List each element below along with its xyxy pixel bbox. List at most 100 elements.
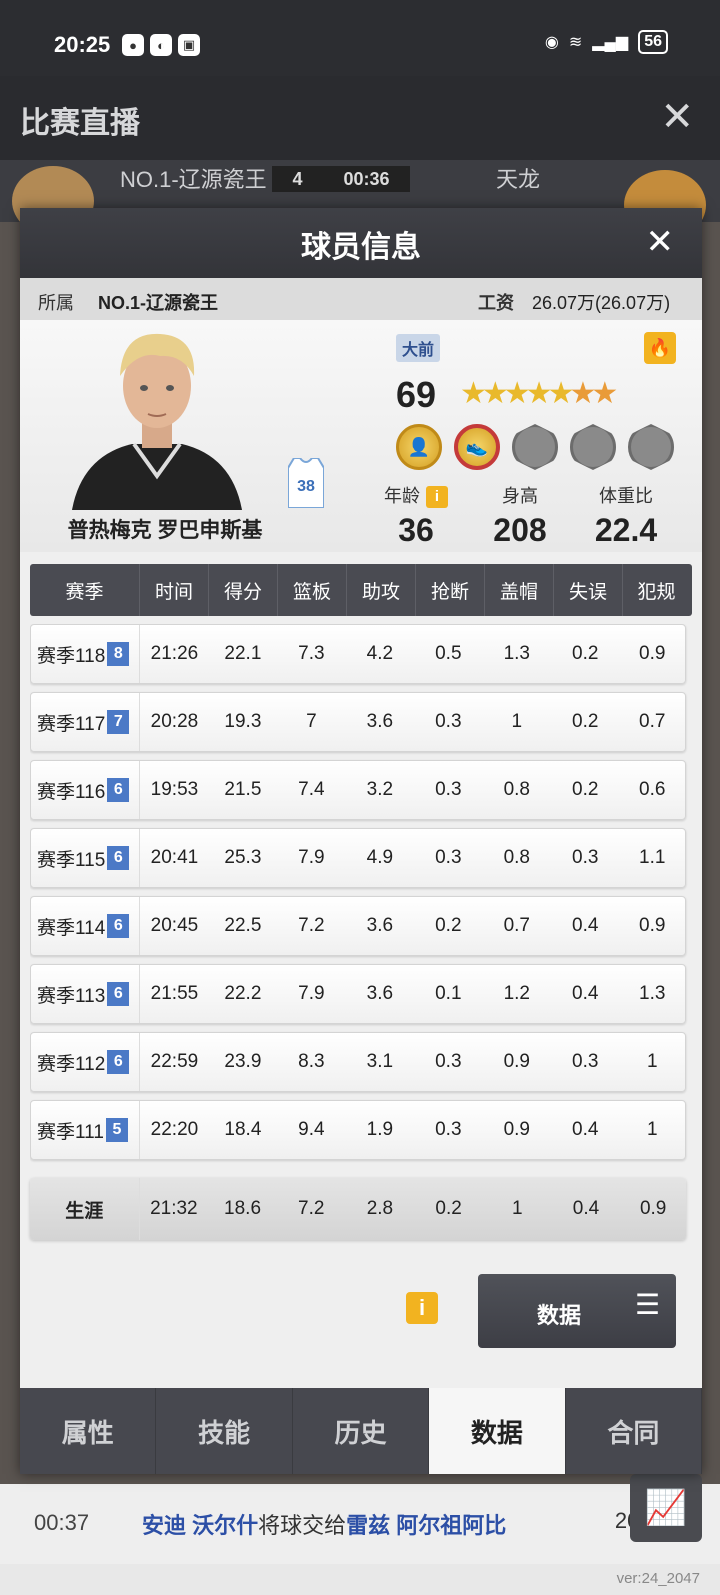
skill-badge-post-icon[interactable]: 👤 [396,424,442,470]
table-row[interactable]: 赛季118 8 21:26 22.1 7.3 4.2 0.5 1.3 0.2 0.9 [30,624,686,684]
quarter: 4 [292,168,303,189]
cell-rebounds: 9.4 [298,1119,325,1140]
position-badge: 大前 [396,334,441,362]
chat-icon: ● [122,34,144,56]
cell-points: 22.2 [224,983,262,1004]
cell-rebounds: 7.3 [298,643,325,664]
height-value: 208 [493,512,547,548]
tab-skills[interactable]: 技能 [156,1388,293,1474]
tab-attributes[interactable]: 属性 [20,1388,157,1474]
cell-rebounds: 7.4 [298,779,325,800]
cell-points: 21.5 [224,779,262,800]
modal-tabs: 属性 技能 历史 数据 合同 [20,1388,703,1474]
live-close-icon[interactable]: ✕ [660,94,694,140]
game-clock: 4 00:36 [272,166,410,192]
system-icons: ◉ ≋ ▂▄▆ 56 [545,30,668,54]
table-row[interactable]: 赛季114 6 20:45 22.5 7.2 3.6 0.2 0.7 0.4 0.9 [30,896,686,956]
cell-assists: 3.1 [366,1051,394,1072]
tab-contract[interactable]: 合同 [566,1388,703,1474]
pbp-player2: 雷兹 阿尔祖阿比 [346,1513,507,1538]
salary-value: 26.07万(26.07万) [532,293,671,313]
wifi-icon: ≋ [568,34,583,51]
cell-turnovers: 0.3 [572,847,599,868]
header-season[interactable]: 赛季 [30,564,140,616]
footer-bar [0,1564,720,1595]
season-cell: 赛季117 7 [31,693,141,751]
cell-steals: 0.2 [435,915,462,936]
player-name: 普热梅克 罗巴申斯基 [67,519,263,542]
cell-steals: 0.3 [435,1119,462,1140]
cell-fouls: 0.9 [639,915,666,936]
close-icon[interactable]: ✕ [646,222,675,262]
game-icon: ▣ [178,34,200,56]
cell-assists: 3.6 [366,915,394,936]
table-row[interactable]: 赛季111 5 22:20 18.4 9.4 1.9 0.3 0.9 0.4 1 [30,1100,686,1160]
table-row[interactable]: 赛季112 6 22:59 23.9 8.3 3.1 0.3 0.9 0.3 1 [30,1032,686,1092]
cell-turnovers: 0.2 [572,643,599,664]
header-turnovers[interactable]: 失误 [554,564,623,616]
season-cell: 赛季118 8 [31,625,141,683]
modal-header: 球员信息 ✕ [20,208,702,278]
cell-blocks: 0.7 [503,915,530,936]
cell-blocks: 1 [511,711,523,732]
battery-indicator: 56 [638,30,668,54]
table-row[interactable]: 赛季116 6 19:53 21.5 7.4 3.2 0.3 0.8 0.2 0.6 [30,760,686,820]
fire-icon[interactable]: 🔥 [644,332,676,364]
header-fouls[interactable]: 犯规 [623,564,690,616]
season-cell: 赛季114 6 [31,897,141,955]
header-time[interactable]: 时间 [140,564,209,616]
season-label: 赛季113 [37,985,106,1007]
cell-points: 19.3 [224,711,262,732]
cell-steals: 0.5 [435,643,462,664]
cell-blocks: 1.3 [503,643,530,664]
empty-skill-slot-icon[interactable] [628,424,674,470]
notification-icons: ● ◐ ▣ [122,34,200,56]
career-points: 18.6 [224,1198,262,1219]
season-rows[interactable]: 赛季118 8 21:26 22.1 7.3 4.2 0.5 1.3 0.2 0.9 赛季117 7 2… [30,624,692,1172]
season-label: 赛季116 [37,781,106,803]
age-info-icon[interactable]: i [426,486,448,509]
team-left-name: NO.1-辽源瓷王 [120,167,267,192]
cell-fouls: 0.6 [639,779,666,800]
season-level-badge: 6 [107,982,130,1006]
season-label: 赛季118 [37,645,106,667]
age-value: 36 [398,512,434,549]
data-menu-button[interactable]: 数据 ☰ [478,1274,676,1348]
cell-time: 20:45 [150,915,199,936]
empty-skill-slot-icon[interactable] [570,424,616,470]
pbp-time: 00:37 [34,1510,90,1535]
tab-history[interactable]: 历史 [293,1388,430,1474]
empty-skill-slot-icon[interactable] [512,424,558,470]
cell-assists: 1.9 [366,1119,394,1140]
team-salary-row: 所属 NO.1-辽源瓷王 工资 26.07万(26.07万) [20,278,702,320]
play-by-play-row: 00:37 安迪 沃尔什将球交给雷兹 阿尔祖阿比 206-115 [0,1484,720,1564]
header-points[interactable]: 得分 [209,564,278,616]
season-cell: 赛季112 6 [31,1033,141,1091]
season-label: 赛季112 [37,1053,106,1075]
chart-icon[interactable]: 📈 [630,1474,702,1542]
info-icon[interactable]: i [406,1292,438,1324]
cell-turnovers: 0.2 [572,779,599,800]
age-attr: 年龄 i 36 [366,482,466,549]
cell-turnovers: 0.4 [572,915,599,936]
height-attr: 身高 208 [470,482,570,549]
cell-time: 22:59 [150,1051,199,1072]
header-blocks[interactable]: 盖帽 [485,564,554,616]
table-row[interactable]: 赛季113 6 21:55 22.2 7.9 3.6 0.1 1.2 0.4 1.3 [30,964,686,1024]
table-row[interactable]: 赛季117 7 20:28 19.3 7 3.6 0.3 1 0.2 0.7 [30,692,686,752]
cell-steals: 0.3 [435,1051,462,1072]
cell-assists: 3.6 [366,711,394,732]
skill-badge-shoes-icon[interactable]: 👟 [454,424,500,470]
tab-data[interactable]: 数据 [429,1388,566,1474]
header-assists[interactable]: 助攻 [347,564,416,616]
cell-assists: 3.2 [366,779,394,800]
season-level-badge: 6 [107,1050,130,1074]
skill-badges: 👤 👟 [396,424,674,470]
table-row[interactable]: 赛季115 6 20:41 25.3 7.9 4.9 0.3 0.8 0.3 1.1 [30,828,686,888]
header-rebounds[interactable]: 篮板 [278,564,347,616]
header-steals[interactable]: 抢断 [416,564,485,616]
cell-rebounds: 7.9 [298,847,325,868]
cell-turnovers: 0.2 [572,711,599,732]
career-fouls: 0.9 [639,1198,667,1219]
cell-fouls: 1.1 [639,847,666,868]
